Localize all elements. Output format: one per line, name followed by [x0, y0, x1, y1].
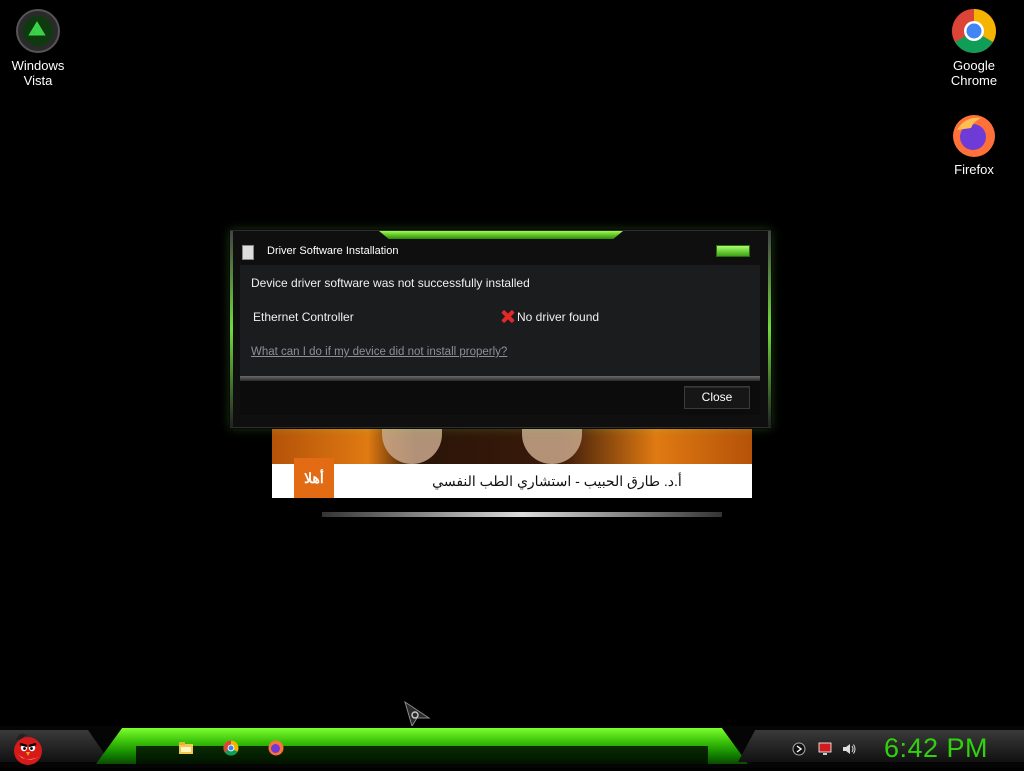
taskbar	[0, 726, 1024, 768]
device-icon	[242, 245, 254, 260]
volume-icon[interactable]	[842, 742, 856, 756]
taskbar-clock[interactable]: 6:42 PM	[884, 733, 988, 764]
driver-status-text: No driver found	[517, 310, 600, 324]
video-caption-text: أ.د. طارق الحبيب - استشاري الطب النفسي	[432, 473, 682, 489]
network-icon[interactable]	[818, 742, 832, 756]
video-thumbnail[interactable]: أهلا أ.د. طارق الحبيب - استشاري الطب الن…	[272, 426, 752, 519]
driver-install-dialog: Driver Software Installation Device driv…	[230, 230, 771, 428]
title-glow	[379, 231, 623, 239]
channel-logo: أهلا	[294, 458, 334, 498]
desktop-icon-label: Google Chrome	[950, 58, 998, 88]
driver-status: No driver found	[500, 309, 599, 324]
error-x-icon	[500, 309, 515, 324]
start-button-angry-bird-icon[interactable]	[10, 728, 46, 766]
help-link[interactable]: What can I do if my device did not insta…	[251, 346, 507, 358]
window-control-button[interactable]	[716, 245, 750, 257]
desktop-icon-label: Firefox	[954, 162, 994, 177]
desktop-icon-label: Windows Vista	[11, 58, 65, 88]
device-name: Ethernet Controller	[253, 310, 354, 324]
dialog-titlebar[interactable]: Driver Software Installation	[231, 239, 770, 265]
close-button[interactable]: Close	[684, 386, 750, 409]
file-explorer-icon[interactable]	[178, 740, 194, 756]
tray-utility-icon[interactable]	[792, 742, 806, 756]
video-frame	[272, 426, 752, 464]
firefox-icon	[951, 112, 997, 158]
desktop-icon-google-chrome[interactable]: Google Chrome	[936, 8, 1012, 88]
dialog-title: Driver Software Installation	[267, 245, 399, 257]
video-strip	[322, 512, 722, 517]
desktop-icon-windows-vista[interactable]: Windows Vista	[0, 8, 76, 88]
status-headline: Device driver software was not successfu…	[251, 276, 530, 290]
desktop-icon-firefox[interactable]: Firefox	[936, 112, 1012, 177]
recycle-bin-icon	[15, 8, 61, 54]
video-caption-bar: أهلا أ.د. طارق الحبيب - استشاري الطب الن…	[272, 458, 752, 498]
firefox-icon[interactable]	[268, 740, 284, 756]
chrome-icon[interactable]	[223, 740, 239, 756]
dialog-content: Device driver software was not successfu…	[240, 265, 760, 376]
mouse-cursor-icon	[402, 700, 432, 728]
chrome-icon	[951, 8, 997, 54]
dialog-footer: Close	[240, 381, 760, 415]
